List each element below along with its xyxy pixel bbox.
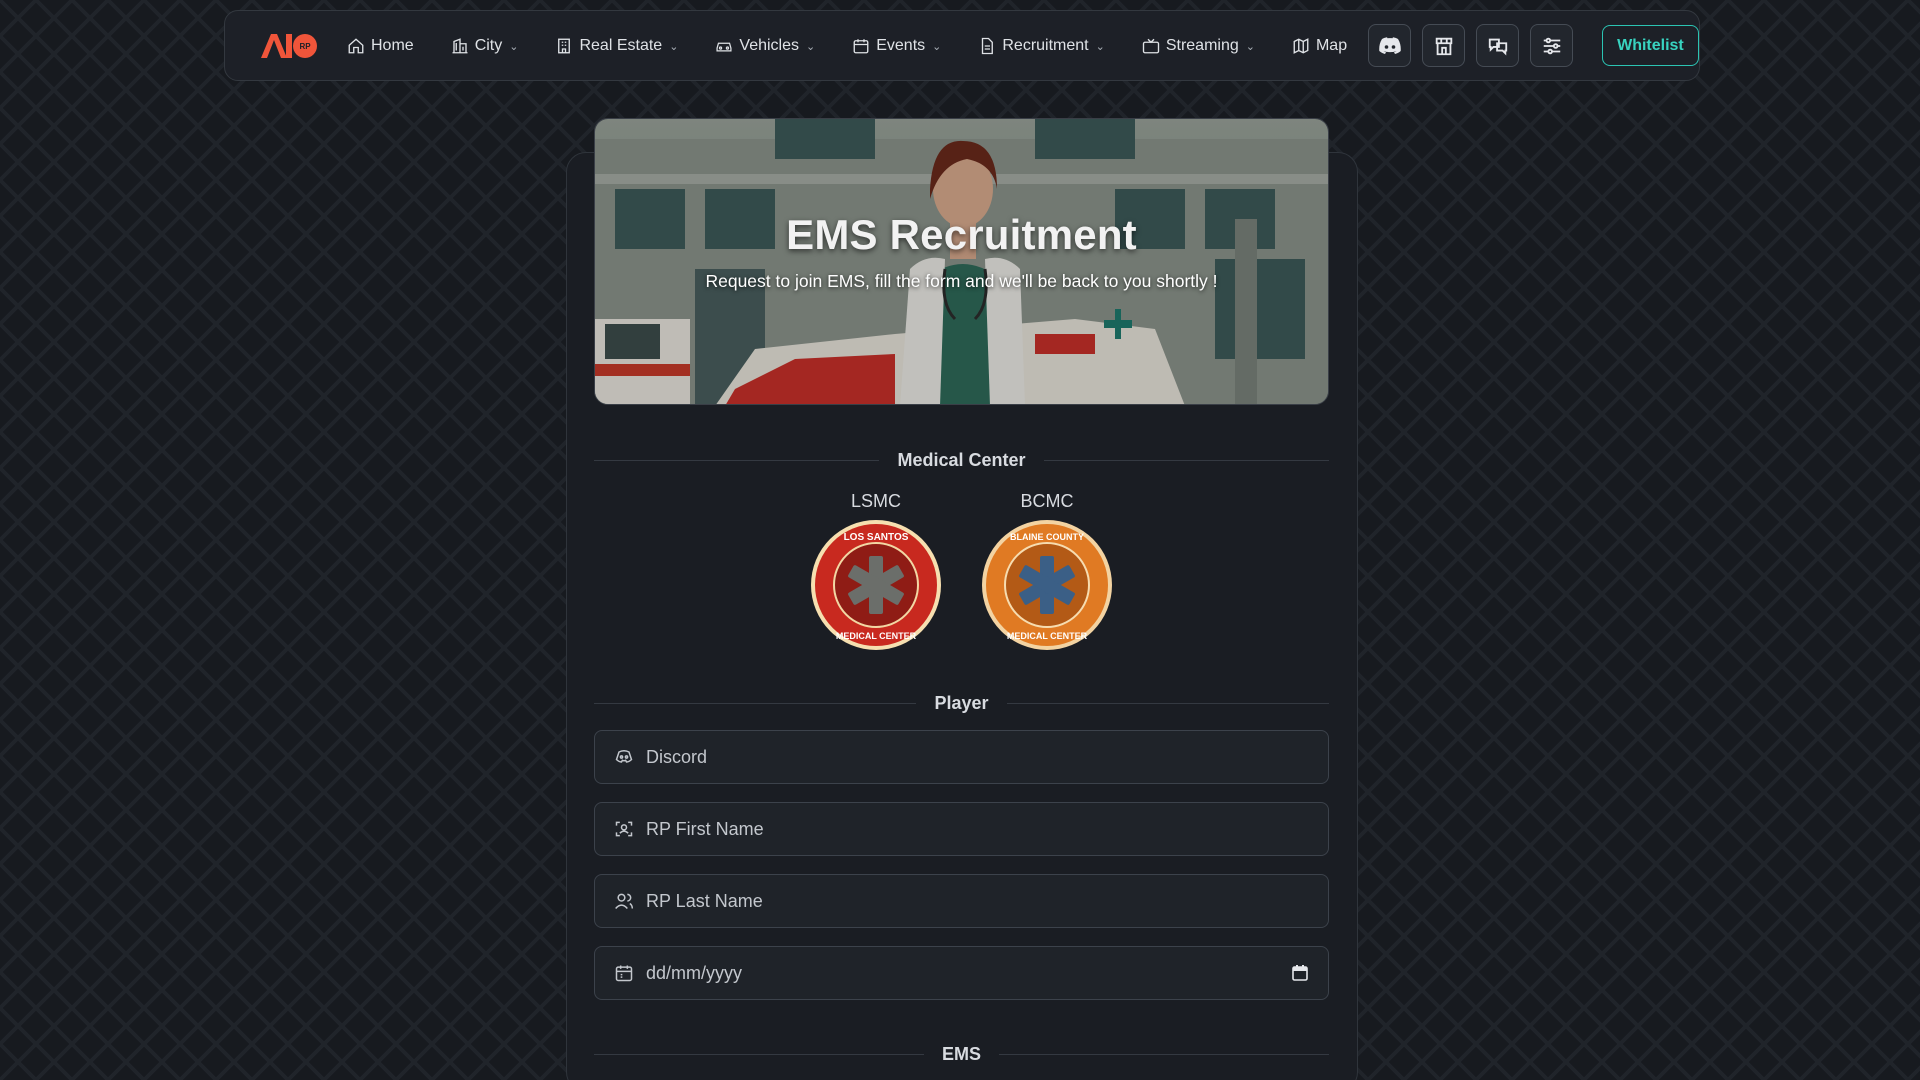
chevron-down-icon: ⌄ xyxy=(509,41,519,53)
bcmc-badge-icon: BLAINE COUNTY MEDICAL CENTER xyxy=(982,520,1112,650)
center-option-lsmc[interactable]: LSMC LOS SANTOS MEDICAL CENTER xyxy=(806,491,946,652)
divider-line xyxy=(999,1053,1330,1055)
page-subtitle: Request to join EMS, fill the form and w… xyxy=(705,271,1218,291)
center-name: LSMC xyxy=(850,491,901,511)
chat-icon xyxy=(1488,38,1507,56)
nav-streaming[interactable]: Streaming ⌄ xyxy=(1142,37,1255,55)
birth-date-field[interactable] xyxy=(594,946,1329,1000)
svg-text:BLAINE COUNTY: BLAINE COUNTY xyxy=(1010,532,1084,542)
chevron-down-icon: ⌄ xyxy=(1095,41,1105,53)
whitelist-button[interactable]: Whitelist xyxy=(1602,25,1699,66)
last-name-field[interactable] xyxy=(594,874,1329,928)
settings-sliders-icon xyxy=(1543,37,1560,54)
section-heading-player: Player xyxy=(934,692,989,713)
chevron-down-icon: ⌄ xyxy=(1245,41,1255,53)
hero-banner: EMS Recruitment Request to join EMS, fil… xyxy=(594,118,1329,405)
chevron-down-icon: ⌄ xyxy=(669,41,679,53)
nav-streaming-label: Streaming xyxy=(1165,36,1239,54)
discord-field[interactable] xyxy=(594,730,1329,784)
date-picker-icon[interactable] xyxy=(1292,965,1308,981)
page-title: EMS Recruitment xyxy=(786,211,1137,258)
nav-recruitment[interactable]: Recruitment ⌄ xyxy=(978,36,1105,55)
section-medical-center: Medical Center xyxy=(594,449,1330,470)
calendar-icon xyxy=(614,963,634,983)
chevron-down-icon: ⌄ xyxy=(932,41,942,53)
city-icon xyxy=(451,37,469,55)
svg-text:MEDICAL CENTER: MEDICAL CENTER xyxy=(836,631,917,641)
section-player: Player xyxy=(594,692,1330,713)
nav-events[interactable]: Events ⌄ xyxy=(852,37,941,55)
first-name-field[interactable] xyxy=(594,802,1329,856)
nav-vehicles-label: Vehicles xyxy=(739,36,799,54)
nav-vehicles[interactable]: Vehicles ⌄ xyxy=(715,37,815,55)
svg-text:RP: RP xyxy=(299,42,311,51)
map-icon xyxy=(1292,37,1310,55)
discord-icon xyxy=(614,747,634,767)
nav-city-label: City xyxy=(474,36,503,54)
divider-line xyxy=(1006,702,1330,704)
last-name-input[interactable] xyxy=(646,890,1328,912)
section-ems: EMS xyxy=(594,1043,1330,1064)
car-icon xyxy=(715,37,733,55)
discord-input[interactable] xyxy=(646,746,1328,768)
users-icon xyxy=(614,891,634,911)
nav-events-label: Events xyxy=(876,36,926,54)
tv-icon xyxy=(1142,37,1160,55)
nav-recruitment-label: Recruitment xyxy=(1002,36,1089,54)
top-navbar: RP Home City ⌄ Real Estate ⌄ Vehicles ⌄ … xyxy=(224,10,1700,81)
chat-button[interactable] xyxy=(1476,24,1520,67)
section-heading-ems: EMS xyxy=(942,1043,982,1064)
divider-line xyxy=(594,702,917,704)
discord-button[interactable] xyxy=(1368,24,1412,67)
site-logo[interactable]: RP xyxy=(259,30,319,62)
document-icon xyxy=(978,37,996,55)
divider-line xyxy=(1043,459,1330,461)
nav-real-estate[interactable]: Real Estate ⌄ xyxy=(555,37,678,55)
hero-illustration xyxy=(595,119,1328,404)
nav-map[interactable]: Map xyxy=(1292,37,1347,55)
svg-text:MEDICAL CENTER: MEDICAL CENTER xyxy=(1007,631,1088,641)
building-icon xyxy=(555,37,573,55)
lsmc-badge-icon: LOS SANTOS MEDICAL CENTER xyxy=(811,520,941,650)
first-name-input[interactable] xyxy=(646,818,1328,840)
shop-button[interactable] xyxy=(1422,24,1466,67)
logo-icon: RP xyxy=(261,33,317,58)
nav-home-label: Home xyxy=(371,36,414,54)
nav-city[interactable]: City ⌄ xyxy=(451,36,519,55)
center-name: BCMC xyxy=(1020,491,1074,511)
discord-icon xyxy=(1378,36,1401,54)
chevron-down-icon: ⌄ xyxy=(806,41,816,53)
calendar-icon xyxy=(852,37,870,55)
nav-home[interactable]: Home xyxy=(347,37,414,55)
birth-date-input[interactable] xyxy=(646,962,1292,984)
home-icon xyxy=(347,37,365,55)
divider-line xyxy=(594,459,880,461)
center-option-bcmc[interactable]: BCMC BLAINE COUNTY MEDICAL CENTER xyxy=(977,491,1117,652)
svg-text:LOS SANTOS: LOS SANTOS xyxy=(844,532,909,543)
face-scan-icon xyxy=(614,819,634,839)
nav-map-label: Map xyxy=(1315,36,1348,54)
settings-button[interactable] xyxy=(1530,24,1574,67)
divider-line xyxy=(594,1053,924,1055)
section-heading-medical-center: Medical Center xyxy=(897,449,1026,470)
nav-real-estate-label: Real Estate xyxy=(579,36,663,54)
shop-icon xyxy=(1435,37,1452,55)
nav-icon-group xyxy=(1368,24,1574,67)
